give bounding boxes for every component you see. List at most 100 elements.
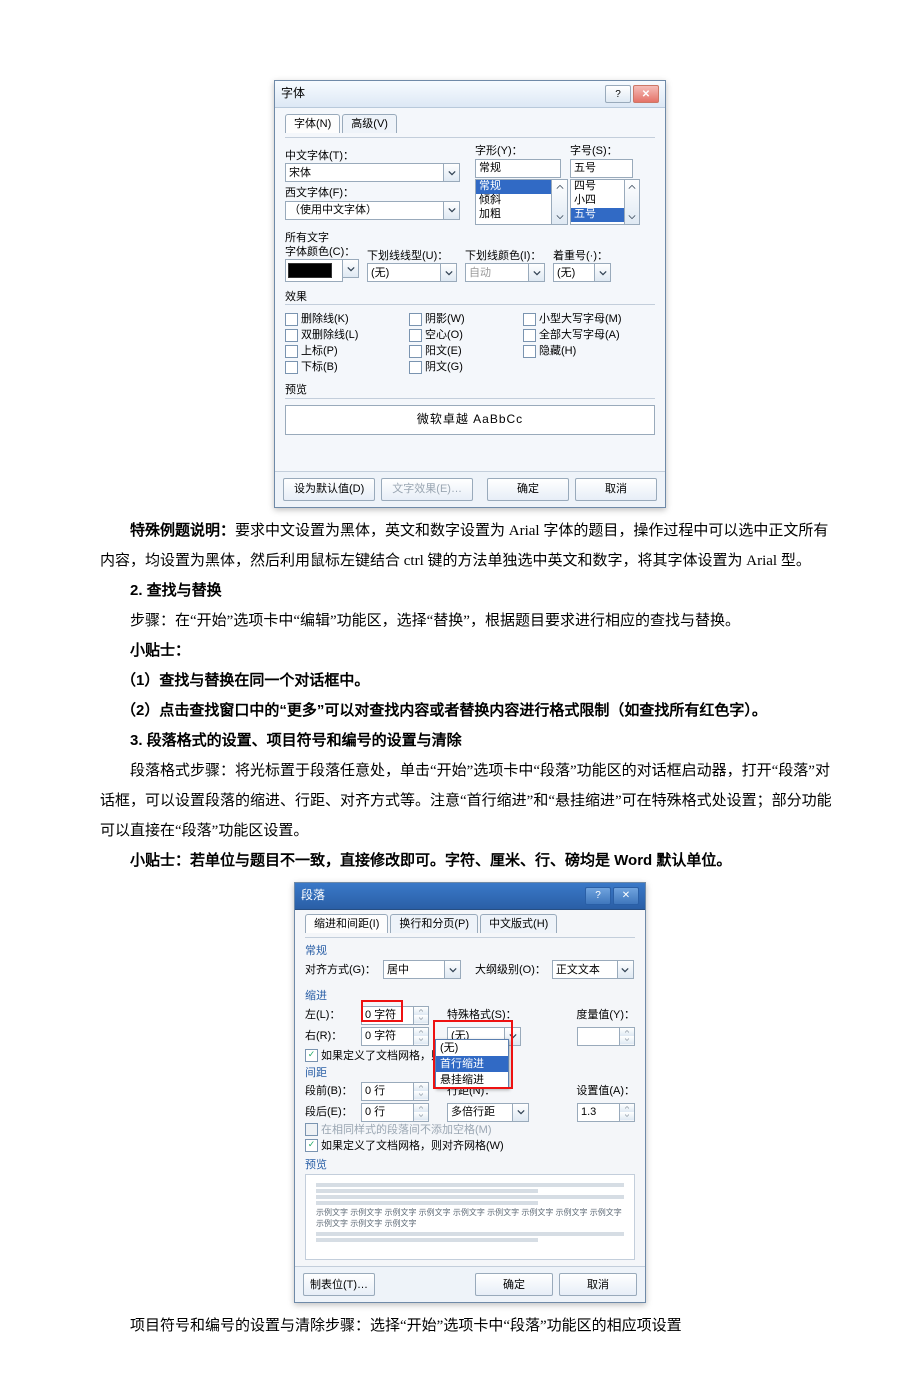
- west-font-input[interactable]: （使用中文字体）: [285, 201, 444, 220]
- checkbox-allcaps[interactable]: 全部大写字母(A): [523, 327, 653, 343]
- label-west-font: 西文字体(F)：: [285, 186, 475, 200]
- spin-down-icon: [620, 1036, 634, 1044]
- help-icon[interactable]: ?: [605, 85, 631, 103]
- indent-right-input[interactable]: 0 字符: [361, 1027, 414, 1046]
- checkbox-no-space-same-style: 在相同样式的段落间不添加空格(M): [305, 1122, 635, 1138]
- set-default-button[interactable]: 设为默认值(D): [283, 478, 375, 501]
- dropdown-option[interactable]: 首行缩进: [436, 1056, 508, 1072]
- label-setvalue: 设置值(A)：: [576, 1084, 635, 1098]
- tab-indent-spacing[interactable]: 缩进和间距(I): [305, 914, 388, 933]
- heading-2: 2. 查找与替换: [100, 576, 840, 606]
- chevron-down-icon[interactable]: [618, 960, 634, 979]
- space-before-input[interactable]: 0 行: [361, 1082, 414, 1101]
- spinner[interactable]: [620, 1027, 635, 1046]
- metric-input[interactable]: [577, 1027, 620, 1046]
- paragraph-dialog-titlebar[interactable]: 段落 ? ✕: [295, 883, 645, 910]
- style-option[interactable]: 倾斜: [476, 194, 551, 208]
- label-underline: 下划线线型(U)：: [367, 249, 457, 263]
- label-size: 字号(S)：: [570, 144, 650, 158]
- font-dialog-titlebar[interactable]: 字体 ? ✕: [275, 81, 665, 108]
- align-input[interactable]: 居中: [383, 960, 445, 979]
- underline-color-input[interactable]: 自动: [465, 263, 529, 282]
- spinner[interactable]: [620, 1103, 635, 1122]
- style-option[interactable]: 加粗: [476, 208, 551, 222]
- label-right: 右(R)：: [305, 1029, 355, 1043]
- checkbox-shadow[interactable]: 阴影(W): [409, 311, 509, 327]
- font-color-input[interactable]: [285, 259, 343, 282]
- dropdown-option[interactable]: (无): [436, 1040, 508, 1056]
- checkbox-superscript[interactable]: 上标(P): [285, 343, 395, 359]
- label-underline-color: 下划线颜色(I)：: [465, 249, 545, 263]
- cancel-button[interactable]: 取消: [559, 1273, 637, 1296]
- size-option[interactable]: 四号: [571, 180, 624, 194]
- tab-line-page[interactable]: 换行和分页(P): [390, 914, 478, 933]
- tabstops-button[interactable]: 制表位(T)…: [303, 1273, 375, 1296]
- color-swatch-black: [288, 263, 332, 278]
- size-option[interactable]: 小四: [571, 194, 624, 208]
- checkbox-smallcaps[interactable]: 小型大写字母(M): [523, 311, 653, 327]
- paragraph-dialog: 段落 ? ✕ 缩进和间距(I) 换行和分页(P) 中文版式(H) 常规 对齐方式…: [294, 882, 646, 1303]
- chevron-down-icon[interactable]: [441, 263, 457, 282]
- cn-font-input[interactable]: 宋体: [285, 163, 444, 182]
- chevron-down-icon[interactable]: [513, 1103, 529, 1122]
- style-listbox[interactable]: 常规 倾斜 加粗: [475, 179, 552, 225]
- outline-input[interactable]: 正文文本: [552, 960, 618, 979]
- label-all-text: 所有文字: [285, 231, 655, 245]
- close-icon[interactable]: ✕: [613, 887, 639, 905]
- chevron-down-icon[interactable]: [343, 259, 359, 278]
- style-option[interactable]: 常规: [476, 180, 551, 194]
- checkbox-strike[interactable]: 删除线(K): [285, 311, 395, 327]
- scrollbar[interactable]: [625, 179, 640, 225]
- close-icon[interactable]: ✕: [633, 85, 659, 103]
- text-effects-button[interactable]: 文字效果(E)…: [381, 478, 473, 501]
- checkbox-double-strike[interactable]: 双删除线(L): [285, 327, 395, 343]
- dropdown-option[interactable]: 悬挂缩进: [436, 1072, 508, 1088]
- special-format-dropdown[interactable]: (无) 首行缩进 悬挂缩进: [435, 1039, 509, 1089]
- font-dialog-title: 字体: [281, 86, 605, 102]
- spin-down-icon: [414, 1015, 428, 1023]
- checkbox-outline[interactable]: 空心(O): [409, 327, 509, 343]
- label-before: 段前(B)：: [305, 1084, 355, 1098]
- chevron-down-icon[interactable]: [444, 163, 460, 182]
- size-listbox[interactable]: 四号 小四 五号: [570, 179, 625, 225]
- spinner[interactable]: [414, 1082, 429, 1101]
- linespace-input[interactable]: 多倍行距: [447, 1103, 513, 1122]
- scroll-down-icon: [625, 210, 639, 224]
- spin-up-icon: [414, 1007, 428, 1015]
- label-cn-font: 中文字体(T)：: [285, 149, 475, 163]
- underline-input[interactable]: (无): [367, 263, 441, 282]
- tab-font[interactable]: 字体(N): [285, 114, 340, 133]
- label-left: 左(L)：: [305, 1008, 355, 1022]
- spinner[interactable]: [414, 1027, 429, 1046]
- tip-item: （1）查找与替换在同一个对话框中。: [100, 666, 840, 696]
- checkbox-grid-space[interactable]: 如果定义了文档网格，则对齐网格(W): [305, 1138, 635, 1154]
- checkbox-engrave[interactable]: 阴文(G): [409, 359, 509, 375]
- spin-down-icon: [414, 1036, 428, 1044]
- style-input[interactable]: 常规: [475, 159, 561, 178]
- tab-advanced[interactable]: 高级(V): [342, 114, 397, 133]
- scrollbar[interactable]: [552, 179, 568, 225]
- paragraph: 段落格式步骤：将光标置于段落任意处，单击“开始”选项卡中“段落”功能区的对话框启…: [100, 756, 840, 846]
- tip-item: （2）点击查找窗口中的“更多”可以对查找内容或者替换内容进行格式限制（如查找所有…: [100, 696, 840, 726]
- ok-button[interactable]: 确定: [487, 478, 569, 501]
- chevron-down-icon[interactable]: [445, 960, 461, 979]
- help-icon[interactable]: ?: [585, 887, 611, 905]
- chevron-down-icon[interactable]: [529, 263, 545, 282]
- tab-asian[interactable]: 中文版式(H): [480, 914, 557, 933]
- size-option[interactable]: 五号: [571, 208, 624, 222]
- indent-left-input[interactable]: 0 字符: [361, 1006, 414, 1025]
- space-after-input[interactable]: 0 行: [361, 1103, 414, 1122]
- chevron-down-icon[interactable]: [595, 263, 611, 282]
- emphasis-input[interactable]: (无): [553, 263, 595, 282]
- spin-up-icon: [414, 1028, 428, 1036]
- cancel-button[interactable]: 取消: [575, 478, 657, 501]
- setvalue-input[interactable]: 1.3: [577, 1103, 620, 1122]
- ok-button[interactable]: 确定: [475, 1273, 553, 1296]
- checkbox-hidden[interactable]: 隐藏(H): [523, 343, 653, 359]
- size-input[interactable]: 五号: [570, 159, 633, 178]
- spinner[interactable]: [414, 1103, 429, 1122]
- spinner[interactable]: [414, 1006, 429, 1025]
- checkbox-emboss[interactable]: 阳文(E): [409, 343, 509, 359]
- chevron-down-icon[interactable]: [444, 201, 460, 220]
- checkbox-subscript[interactable]: 下标(B): [285, 359, 395, 375]
